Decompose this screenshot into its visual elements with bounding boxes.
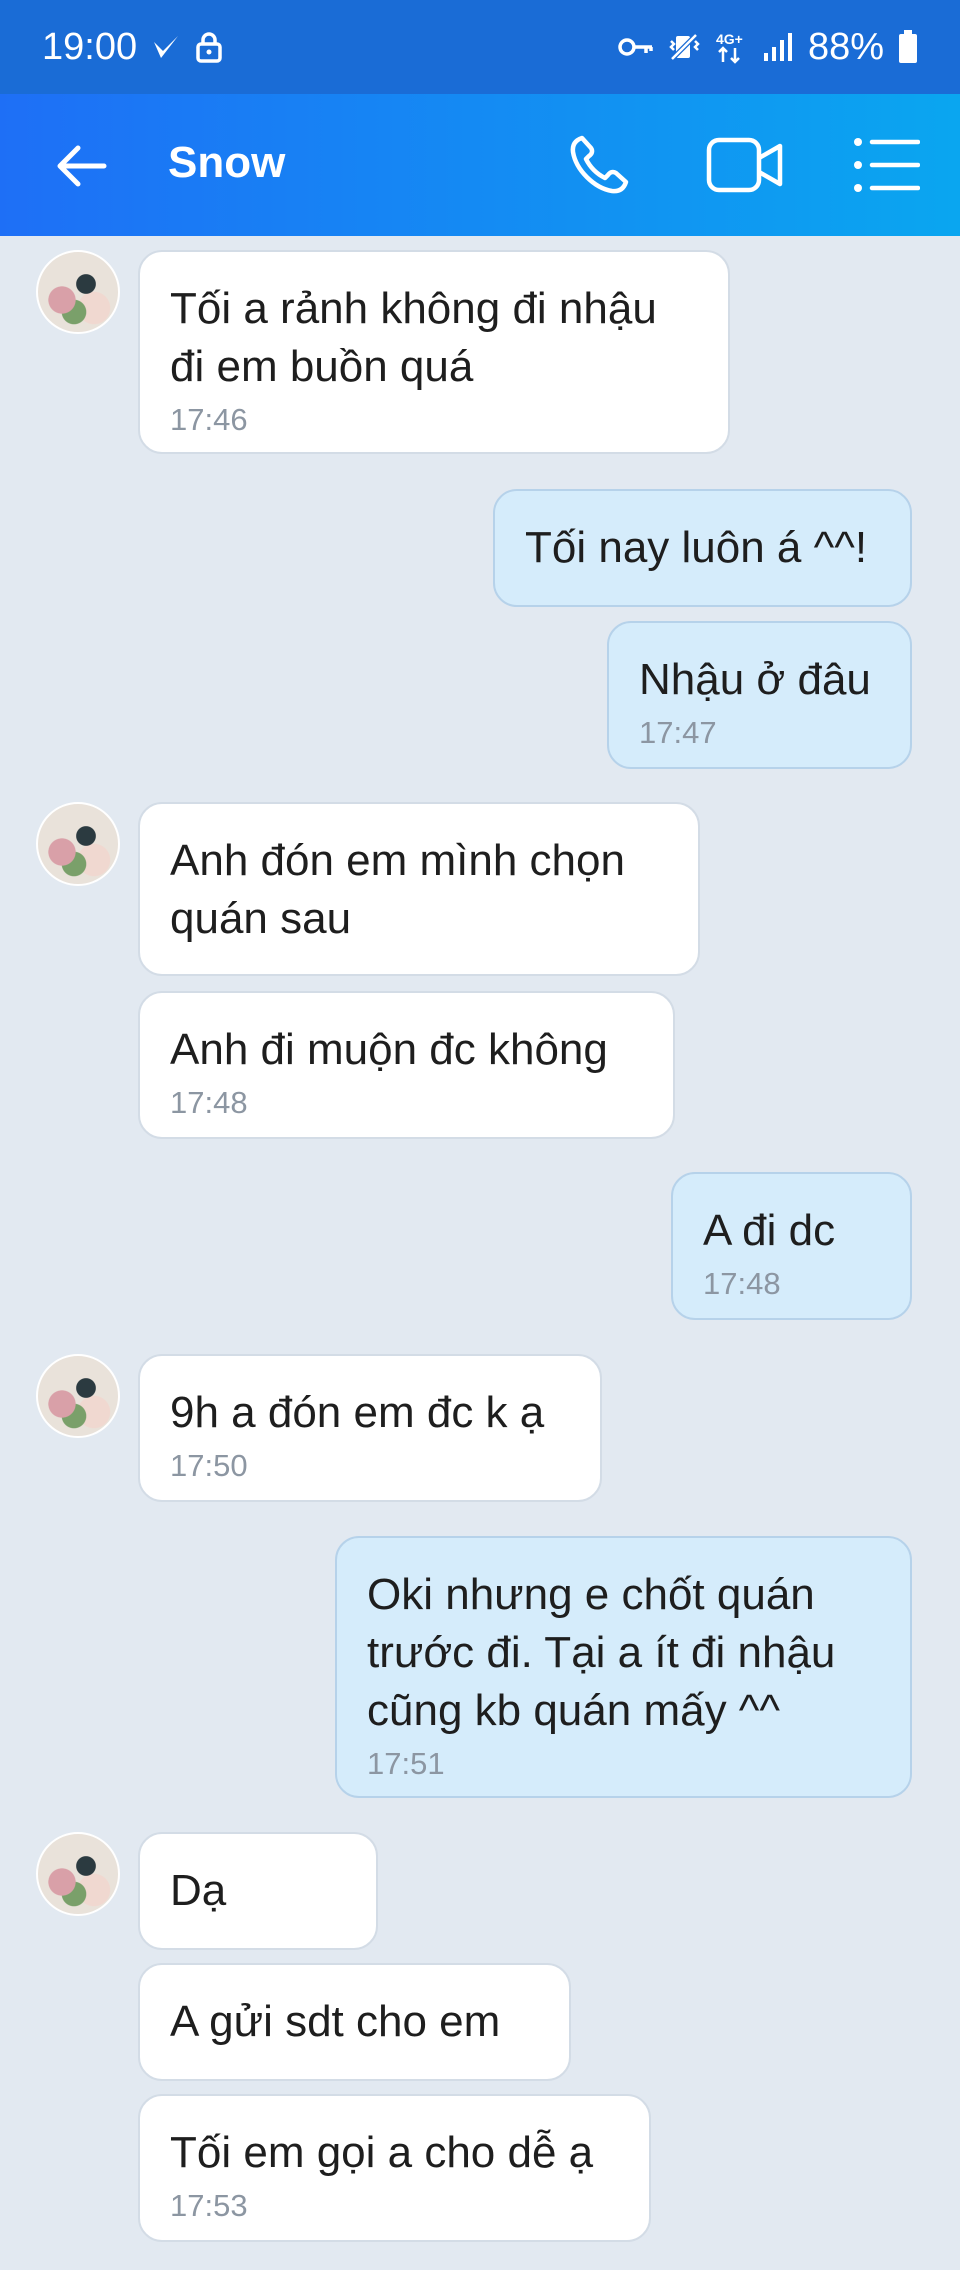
message-text: Tối nay luôn á ^^! xyxy=(525,523,868,572)
message-bubble-incoming[interactable]: Dạ xyxy=(138,1832,378,1950)
message-time: 17:51 xyxy=(367,1746,445,1781)
message-time: 17:48 xyxy=(703,1266,781,1301)
message-bubble-incoming[interactable]: Anh đón em mình chọn quán sau xyxy=(138,802,700,976)
avatar[interactable] xyxy=(36,1832,120,1916)
battery-percent: 88% xyxy=(807,25,884,68)
message-bubble-incoming[interactable]: Anh đi muộn đc không 17:48 xyxy=(138,991,675,1139)
status-time: 19:00 xyxy=(42,25,138,68)
chat-header: Snow xyxy=(0,94,960,236)
lock-icon xyxy=(196,32,222,63)
message-time: 17:47 xyxy=(639,715,717,750)
message-text: Tối em gọi a cho dễ ạ xyxy=(170,2128,594,2177)
message-text: Nhậu ở đâu xyxy=(639,655,871,704)
avatar[interactable] xyxy=(36,250,120,334)
battery-icon xyxy=(899,30,917,63)
message-text: Dạ xyxy=(170,1866,227,1915)
message-bubble-incoming[interactable]: Tối em gọi a cho dễ ạ 17:53 xyxy=(138,2094,651,2242)
vibrate-icon xyxy=(669,33,700,61)
message-text: 9h a đón em đc k ạ xyxy=(170,1388,545,1437)
status-bar: 19:00 4G+ 88% xyxy=(0,0,960,94)
message-time: 17:50 xyxy=(170,1448,248,1483)
check-icon xyxy=(154,36,179,58)
message-text: A đi dc xyxy=(703,1206,836,1255)
message-time: 17:53 xyxy=(170,2188,248,2223)
message-bubble-outgoing[interactable]: Nhậu ở đâu 17:47 xyxy=(607,621,912,769)
message-bubble-incoming[interactable]: 9h a đón em đc k ạ 17:50 xyxy=(138,1354,602,1502)
video-icon[interactable] xyxy=(706,134,784,196)
phone-icon[interactable] xyxy=(566,132,632,198)
message-time: 17:46 xyxy=(170,402,248,437)
list-menu-icon[interactable] xyxy=(852,134,920,196)
4g-icon: 4G+ xyxy=(716,31,743,64)
message-text: Oki nhưng e chốt quán trước đi. Tại a ít… xyxy=(367,1570,836,1735)
key-icon xyxy=(618,38,653,56)
message-text: Anh đi muộn đc không xyxy=(170,1025,608,1074)
message-time: 17:48 xyxy=(170,1085,248,1120)
message-bubble-incoming[interactable]: A gửi sdt cho em xyxy=(138,1963,571,2081)
message-bubble-incoming[interactable]: Tối a rảnh không đi nhậu đi em buồn quá … xyxy=(138,250,730,454)
svg-text:4G+: 4G+ xyxy=(716,31,743,47)
message-text: Tối a rảnh không đi nhậu đi em buồn quá xyxy=(170,284,657,391)
message-bubble-outgoing[interactable]: A đi dc 17:48 xyxy=(671,1172,912,1320)
arrow-left-icon[interactable] xyxy=(52,136,112,196)
contact-name[interactable]: Snow xyxy=(168,138,285,188)
message-text: A gửi sdt cho em xyxy=(170,1997,501,2046)
message-bubble-outgoing[interactable]: Oki nhưng e chốt quán trước đi. Tại a ít… xyxy=(335,1536,912,1798)
signal-icon xyxy=(763,33,792,61)
message-text: Anh đón em mình chọn quán sau xyxy=(170,836,625,943)
avatar[interactable] xyxy=(36,1354,120,1438)
message-bubble-outgoing[interactable]: Tối nay luôn á ^^! xyxy=(493,489,912,607)
message-list[interactable]: Tối a rảnh không đi nhậu đi em buồn quá … xyxy=(0,236,960,2270)
avatar[interactable] xyxy=(36,802,120,886)
